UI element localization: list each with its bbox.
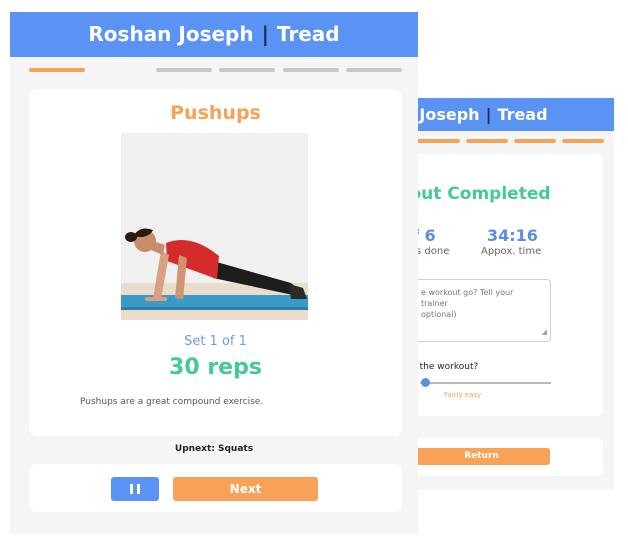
return-button[interactable]: Return bbox=[413, 448, 550, 465]
workout-completed-screen: n Joseph | Tread out Completed f 6 s done … bbox=[410, 98, 614, 490]
reps-count: 30 reps bbox=[169, 355, 262, 380]
progress-segment bbox=[346, 68, 402, 72]
header-app-name: Tread bbox=[276, 22, 340, 46]
progress-segment bbox=[412, 139, 460, 143]
approx-time-value: 34:16 bbox=[487, 226, 538, 245]
header-user-name: Roshan Joseph bbox=[88, 22, 254, 46]
exercise-screen: Roshan Joseph | Tread Pushups Set 1 of 1… bbox=[10, 12, 418, 534]
progress-segment bbox=[562, 139, 604, 143]
difficulty-slider-track[interactable] bbox=[420, 382, 551, 384]
feedback-placeholder-line: e workout go? Tell your trainer bbox=[421, 288, 514, 308]
exercise-title: Pushups bbox=[170, 102, 261, 124]
progress-segment bbox=[156, 68, 212, 72]
feedback-placeholder-line: optional) bbox=[421, 310, 457, 319]
progress-segment bbox=[219, 68, 275, 72]
progress-segment bbox=[283, 68, 339, 72]
exercise-card: Pushups Set 1 of 1 30 reps Pushups are a… bbox=[29, 89, 402, 436]
resize-grip-icon[interactable]: ◢ bbox=[542, 327, 547, 338]
progress-segment bbox=[466, 139, 508, 143]
header-user-name: n Joseph bbox=[410, 105, 480, 124]
next-button[interactable]: Next bbox=[173, 477, 318, 501]
set-label: Set 1 of 1 bbox=[184, 334, 247, 349]
exercises-done-label: s done bbox=[416, 246, 450, 257]
approx-time-label: Appox. time bbox=[481, 246, 542, 257]
progress-segment bbox=[514, 139, 556, 143]
up-next-label: Upnext: Squats bbox=[174, 444, 254, 454]
header-bar: Roshan Joseph | Tread bbox=[10, 12, 418, 57]
progress-segment-current bbox=[29, 68, 85, 72]
pause-button[interactable] bbox=[111, 477, 159, 501]
header-title: n Joseph | Tread bbox=[410, 98, 614, 131]
difficulty-question: / hard was the workout? bbox=[410, 362, 479, 372]
header-app-name: Tread bbox=[497, 105, 548, 124]
completion-title: out Completed bbox=[410, 184, 551, 204]
feedback-textarea[interactable]: e workout go? Tell your trainer optional… bbox=[410, 279, 551, 342]
difficulty-slider-thumb[interactable] bbox=[421, 378, 430, 387]
pushup-figure-icon bbox=[121, 133, 308, 320]
exercise-description: Pushups are a great compound exercise. bbox=[80, 397, 264, 407]
exercise-photo bbox=[121, 133, 308, 320]
header-separator: | bbox=[485, 105, 492, 124]
header-bar: n Joseph | Tread bbox=[410, 98, 614, 131]
header-separator: | bbox=[261, 22, 269, 46]
